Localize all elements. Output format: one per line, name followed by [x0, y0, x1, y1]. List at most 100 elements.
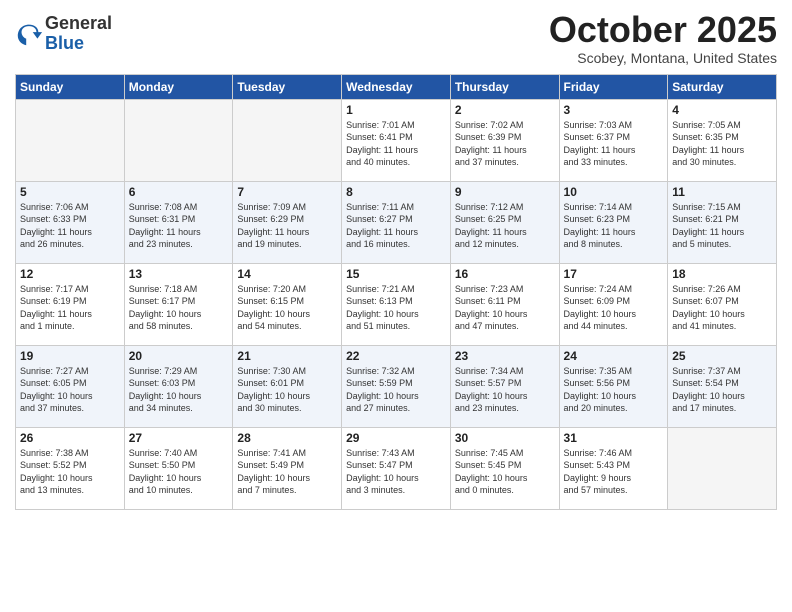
day-number: 1 [346, 103, 446, 117]
logo-icon [15, 20, 43, 48]
month-title: October 2025 [549, 10, 777, 50]
day-info: Sunrise: 7:24 AM Sunset: 6:09 PM Dayligh… [564, 283, 664, 333]
day-number: 18 [672, 267, 772, 281]
location: Scobey, Montana, United States [549, 50, 777, 66]
table-row: 6 Sunrise: 7:08 AM Sunset: 6:31 PM Daylig… [124, 181, 233, 263]
table-row: 22Sunrise: 7:32 AM Sunset: 5:59 PM Dayli… [342, 345, 451, 427]
day-info: Sunrise: 7:45 AM Sunset: 5:45 PM Dayligh… [455, 447, 555, 497]
day-number: 9 [455, 185, 555, 199]
day-number: 17 [564, 267, 664, 281]
logo: General Blue [15, 14, 112, 54]
day-info: Sunrise: 7:01 AM Sunset: 6:41 PM Dayligh… [346, 119, 446, 169]
day-info: Sunrise: 7:18 AM Sunset: 6:17 PM Dayligh… [129, 283, 229, 333]
table-row: 20 Sunrise: 7:29 AM Sunset: 6:03 PM Dayli… [124, 345, 233, 427]
table-row: 25 Sunrise: 7:37 AM Sunset: 5:54 PM Dayli… [668, 345, 777, 427]
table-row: 10 Sunrise: 7:14 AM Sunset: 6:23 PM Dayli… [559, 181, 668, 263]
day-number: 26 [20, 431, 120, 445]
day-number: 2 [455, 103, 555, 117]
table-row: 28 Sunrise: 7:41 AM Sunset: 5:49 PM Dayli… [233, 427, 342, 509]
table-row: 2 Sunrise: 7:02 AM Sunset: 6:39 PM Daylig… [450, 99, 559, 181]
table-row: 30 Sunrise: 7:45 AM Sunset: 5:45 PM Dayli… [450, 427, 559, 509]
table-row: 7 Sunrise: 7:09 AM Sunset: 6:29 PM Daylig… [233, 181, 342, 263]
table-row: 26 Sunrise: 7:38 AM Sunset: 5:52 PM Dayli… [16, 427, 125, 509]
day-number: 3 [564, 103, 664, 117]
table-row [233, 99, 342, 181]
day-number: 12 [20, 267, 120, 281]
header-tuesday: Tuesday [233, 74, 342, 99]
day-number: 6 [129, 185, 229, 199]
day-number: 10 [564, 185, 664, 199]
day-info: Sunrise: 7:02 AM Sunset: 6:39 PM Dayligh… [455, 119, 555, 169]
day-info: Sunrise: 7:12 AM Sunset: 6:25 PM Dayligh… [455, 201, 555, 251]
day-number: 29 [346, 431, 446, 445]
day-number: 19 [20, 349, 120, 363]
table-row: 23 Sunrise: 7:34 AM Sunset: 5:57 PM Dayli… [450, 345, 559, 427]
day-info: Sunrise: 7:03 AM Sunset: 6:37 PM Dayligh… [564, 119, 664, 169]
day-number: 30 [455, 431, 555, 445]
table-row: 17 Sunrise: 7:24 AM Sunset: 6:09 PM Dayli… [559, 263, 668, 345]
weekday-header-row: Sunday Monday Tuesday Wednesday Thursday… [16, 74, 777, 99]
table-row: 3 Sunrise: 7:03 AM Sunset: 6:37 PM Daylig… [559, 99, 668, 181]
table-row: 24Sunrise: 7:35 AM Sunset: 5:56 PM Dayli… [559, 345, 668, 427]
day-number: 4 [672, 103, 772, 117]
day-number: 11 [672, 185, 772, 199]
header-sunday: Sunday [16, 74, 125, 99]
day-info: Sunrise: 7:29 AM Sunset: 6:03 PM Dayligh… [129, 365, 229, 415]
calendar-week-row: 5Sunrise: 7:06 AM Sunset: 6:33 PM Daylig… [16, 181, 777, 263]
day-info: Sunrise: 7:35 AM Sunset: 5:56 PM Dayligh… [564, 365, 664, 415]
day-info: Sunrise: 7:41 AM Sunset: 5:49 PM Dayligh… [237, 447, 337, 497]
calendar-week-row: 12 Sunrise: 7:17 AM Sunset: 6:19 PM Dayli… [16, 263, 777, 345]
day-number: 15 [346, 267, 446, 281]
header: General Blue October 2025 Scobey, Montan… [15, 10, 777, 66]
day-info: Sunrise: 7:11 AM Sunset: 6:27 PM Dayligh… [346, 201, 446, 251]
table-row: 12 Sunrise: 7:17 AM Sunset: 6:19 PM Dayli… [16, 263, 125, 345]
day-info: Sunrise: 7:30 AM Sunset: 6:01 PM Dayligh… [237, 365, 337, 415]
day-info: Sunrise: 7:06 AM Sunset: 6:33 PM Dayligh… [20, 201, 120, 251]
table-row [668, 427, 777, 509]
table-row: 27Sunrise: 7:40 AM Sunset: 5:50 PM Dayli… [124, 427, 233, 509]
header-saturday: Saturday [668, 74, 777, 99]
table-row: 9 Sunrise: 7:12 AM Sunset: 6:25 PM Daylig… [450, 181, 559, 263]
day-number: 22 [346, 349, 446, 363]
day-number: 7 [237, 185, 337, 199]
day-info: Sunrise: 7:43 AM Sunset: 5:47 PM Dayligh… [346, 447, 446, 497]
calendar-week-row: 19 Sunrise: 7:27 AM Sunset: 6:05 PM Dayli… [16, 345, 777, 427]
day-number: 20 [129, 349, 229, 363]
day-info: Sunrise: 7:14 AM Sunset: 6:23 PM Dayligh… [564, 201, 664, 251]
day-info: Sunrise: 7:34 AM Sunset: 5:57 PM Dayligh… [455, 365, 555, 415]
table-row: 31Sunrise: 7:46 AM Sunset: 5:43 PM Dayli… [559, 427, 668, 509]
day-info: Sunrise: 7:20 AM Sunset: 6:15 PM Dayligh… [237, 283, 337, 333]
logo-general: General [45, 13, 112, 33]
table-row: 5Sunrise: 7:06 AM Sunset: 6:33 PM Daylig… [16, 181, 125, 263]
day-number: 27 [129, 431, 229, 445]
day-info: Sunrise: 7:15 AM Sunset: 6:21 PM Dayligh… [672, 201, 772, 251]
day-info: Sunrise: 7:38 AM Sunset: 5:52 PM Dayligh… [20, 447, 120, 497]
table-row: 18 Sunrise: 7:26 AM Sunset: 6:07 PM Dayli… [668, 263, 777, 345]
table-row [124, 99, 233, 181]
day-info: Sunrise: 7:17 AM Sunset: 6:19 PM Dayligh… [20, 283, 120, 333]
day-number: 13 [129, 267, 229, 281]
day-number: 28 [237, 431, 337, 445]
day-info: Sunrise: 7:08 AM Sunset: 6:31 PM Dayligh… [129, 201, 229, 251]
calendar-table: Sunday Monday Tuesday Wednesday Thursday… [15, 74, 777, 510]
table-row: 19 Sunrise: 7:27 AM Sunset: 6:05 PM Dayli… [16, 345, 125, 427]
header-friday: Friday [559, 74, 668, 99]
day-number: 25 [672, 349, 772, 363]
header-monday: Monday [124, 74, 233, 99]
day-info: Sunrise: 7:37 AM Sunset: 5:54 PM Dayligh… [672, 365, 772, 415]
calendar-week-row: 1 Sunrise: 7:01 AM Sunset: 6:41 PM Daylig… [16, 99, 777, 181]
table-row: 14 Sunrise: 7:20 AM Sunset: 6:15 PM Dayli… [233, 263, 342, 345]
day-number: 31 [564, 431, 664, 445]
day-number: 14 [237, 267, 337, 281]
table-row: 29 Sunrise: 7:43 AM Sunset: 5:47 PM Dayli… [342, 427, 451, 509]
header-thursday: Thursday [450, 74, 559, 99]
day-info: Sunrise: 7:26 AM Sunset: 6:07 PM Dayligh… [672, 283, 772, 333]
day-info: Sunrise: 7:23 AM Sunset: 6:11 PM Dayligh… [455, 283, 555, 333]
day-info: Sunrise: 7:27 AM Sunset: 6:05 PM Dayligh… [20, 365, 120, 415]
day-number: 8 [346, 185, 446, 199]
day-number: 23 [455, 349, 555, 363]
table-row: 16Sunrise: 7:23 AM Sunset: 6:11 PM Dayli… [450, 263, 559, 345]
table-row: 4Sunrise: 7:05 AM Sunset: 6:35 PM Daylig… [668, 99, 777, 181]
day-info: Sunrise: 7:09 AM Sunset: 6:29 PM Dayligh… [237, 201, 337, 251]
logo-text: General Blue [45, 14, 112, 54]
